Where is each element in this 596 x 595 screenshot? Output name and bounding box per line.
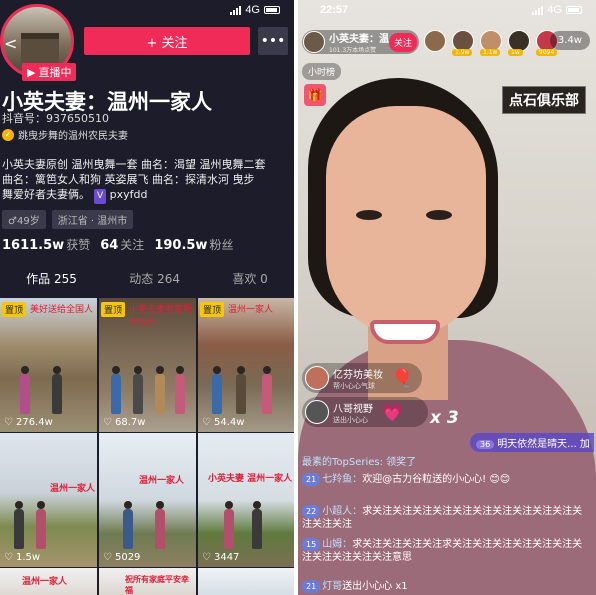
verification-row: ✓ 跳曳步舞的温州农民夫妻 [2, 127, 128, 142]
location-tag: 浙江省 · 温州市 [51, 210, 134, 229]
tab-likes[interactable]: 喜欢 0 [232, 270, 267, 296]
host-follow-button[interactable]: 关注 [388, 33, 417, 52]
status-time: 22:57 [320, 4, 349, 16]
network-indicator: 4G [230, 4, 280, 16]
tab-works[interactable]: 作品 255 [26, 270, 77, 300]
heart-gift-icon: 💗 [381, 401, 404, 423]
douyin-id: 抖音号：937650510 [2, 112, 109, 125]
viewer-avatar[interactable] [424, 30, 446, 52]
verified-icon: ✓ [2, 128, 14, 141]
status-bar: 22:57 4G [298, 4, 596, 18]
heart-icon: ♡ [103, 552, 112, 563]
video-caption: 温州一家人 [228, 305, 274, 315]
age-tag: ♂49岁 [2, 210, 46, 229]
heart-icon: ♡ [4, 417, 13, 428]
more-options-button[interactable]: ••• [258, 27, 288, 55]
tab-dynamics[interactable]: 动态 264 [129, 270, 180, 296]
wechat-icon: V [94, 189, 107, 204]
video-caption: 温州一家人 [139, 476, 185, 486]
live-stream-panel: 22:57 4G 小英夫妻：温... 101.3万本场点赞 关注 1.9w 1.… [298, 0, 596, 595]
back-arrow-icon[interactable]: < [4, 34, 17, 53]
gifter-avatar [305, 400, 329, 424]
video-likes: ♡ 68.7w [103, 417, 146, 428]
video-likes: ♡ 3447 [202, 552, 240, 563]
host-avatar[interactable] [303, 31, 325, 53]
video-thumbnail[interactable]: 置顶 温州一家人 ♡ 54.4w [198, 298, 294, 432]
chat-message: 21 灯哥送出小心心 x1 [302, 580, 592, 593]
gift-notification: 亿芬坊美妆 帮小心心气球 🎈 [302, 363, 422, 393]
video-thumbnail[interactable]: 温州一家人 [0, 568, 97, 595]
gifter-avatar [305, 366, 329, 390]
chat-message: 15 山姆：求关注关注关注关注求关注关注关注关注关注关注关注关注关注关注关注意思 [302, 538, 583, 563]
video-caption: 小英夫妻 温州一家人 [208, 474, 293, 484]
heart-icon: ♡ [202, 552, 211, 563]
video-thumbnail[interactable]: 置顶 美好送给全国人 ♡ 276.4w [0, 298, 97, 432]
video-thumbnail[interactable]: 小英夫妻 温州一家人 ♡ 3447 [198, 433, 294, 567]
follow-button[interactable]: + 关注 [84, 27, 250, 55]
gift-box-icon[interactable]: 🎁 [304, 84, 326, 106]
video-likes: ♡ 276.4w [4, 417, 53, 428]
host-info-bar[interactable]: 小英夫妻：温... 101.3万本场点赞 关注 [302, 30, 419, 54]
club-sign: 点石俱乐部 [502, 86, 586, 114]
chat-message: 最素的TopSeries: 领奖了 [302, 457, 417, 468]
profile-stats: 1611.5w 获赞 64 关注 190.5w 粉丝 [2, 236, 233, 253]
video-caption: 祝所有家庭平安幸福 [125, 575, 189, 595]
video-caption: 温州一家人 [50, 484, 96, 494]
signal-icon [532, 5, 544, 15]
pinned-badge: 置顶 [101, 302, 126, 317]
top-viewers: 1.9w 1.1w 1w 9094 [424, 30, 558, 56]
viewer-avatar[interactable]: 1.1w [480, 30, 502, 56]
heart-icon: ♡ [103, 417, 112, 428]
pinned-badge: 置顶 [2, 302, 27, 317]
heart-icon: ♡ [202, 417, 211, 428]
heart-icon: ♡ [4, 552, 13, 563]
following-stat[interactable]: 64 关注 [100, 236, 144, 253]
profile-tabs: 作品 255 动态 264 喜欢 0 [0, 270, 294, 300]
viewer-avatar[interactable]: 1.9w [452, 30, 474, 56]
video-caption: 温州一家人 [22, 577, 68, 587]
profile-panel: 4G < ▶ 直播中 + 关注 ••• 小英夫妻：温州一家人 抖音号：937650… [0, 0, 294, 595]
pinned-badge: 置顶 [200, 302, 225, 317]
video-caption: 美好送给全国人 [30, 305, 94, 315]
viewer-count[interactable]: 3.4w [549, 31, 590, 50]
chat-message: 21 七羚鱼：欢迎@古力谷粒送的小心心! 😊😊 [302, 473, 592, 486]
gift-combo-count: x 3 [430, 408, 459, 428]
video-thumbnail[interactable]: 置顶 小英夫妻老家新年快乐 ♡ 68.7w [99, 298, 196, 432]
video-caption: 小英夫妻老家新年快乐 [129, 305, 193, 328]
gift-notification: 八哥视野 送出小心心 💗 [302, 397, 428, 427]
signal-icon [230, 5, 242, 15]
video-thumbnail[interactable]: 温州一家人 ♡ 5029 [99, 433, 196, 567]
network-indicator: 4G [532, 4, 582, 16]
likes-stat[interactable]: 1611.5w 获赞 [2, 236, 90, 253]
video-likes: ♡ 1.5w [4, 552, 41, 563]
profile-tags: ♂49岁 浙江省 · 温州市 [2, 210, 134, 229]
battery-icon [566, 6, 582, 14]
chat-message: 22 小超人：求关注关注关注关注关注关注关注关注关注关注关注关注关注 [302, 505, 583, 530]
play-icon: ▶ [27, 65, 36, 79]
video-likes: ♡ 5029 [103, 552, 141, 563]
video-grid: 置顶 美好送给全国人 ♡ 276.4w 置顶 小英夫妻老家新年快乐 ♡ 68.7w … [0, 298, 294, 595]
video-thumbnail[interactable]: 祝所有家庭平安幸福 [99, 568, 196, 595]
live-badge[interactable]: ▶ 直播中 [22, 63, 77, 81]
notice-banner[interactable]: 36 明天依然是晴天... 加 [470, 433, 594, 452]
viewer-avatar[interactable]: 1w [508, 30, 530, 56]
followers-stat[interactable]: 190.5w 粉丝 [154, 236, 233, 253]
video-likes: ♡ 54.4w [202, 417, 245, 428]
hourly-rank-button[interactable]: 小时榜 [302, 63, 342, 80]
battery-icon [264, 6, 280, 14]
video-thumbnail[interactable] [198, 568, 294, 595]
video-thumbnail[interactable]: 温州一家人 ♡ 1.5w [0, 433, 97, 567]
network-label: 4G [245, 4, 260, 16]
profile-bio: 小英夫妻原创 温州曳舞一套 曲名：渴望 温州曳舞二套 曲名：篱笆女人和狗 英姿展… [2, 157, 292, 204]
balloon-icon: 🎈 [391, 367, 414, 389]
